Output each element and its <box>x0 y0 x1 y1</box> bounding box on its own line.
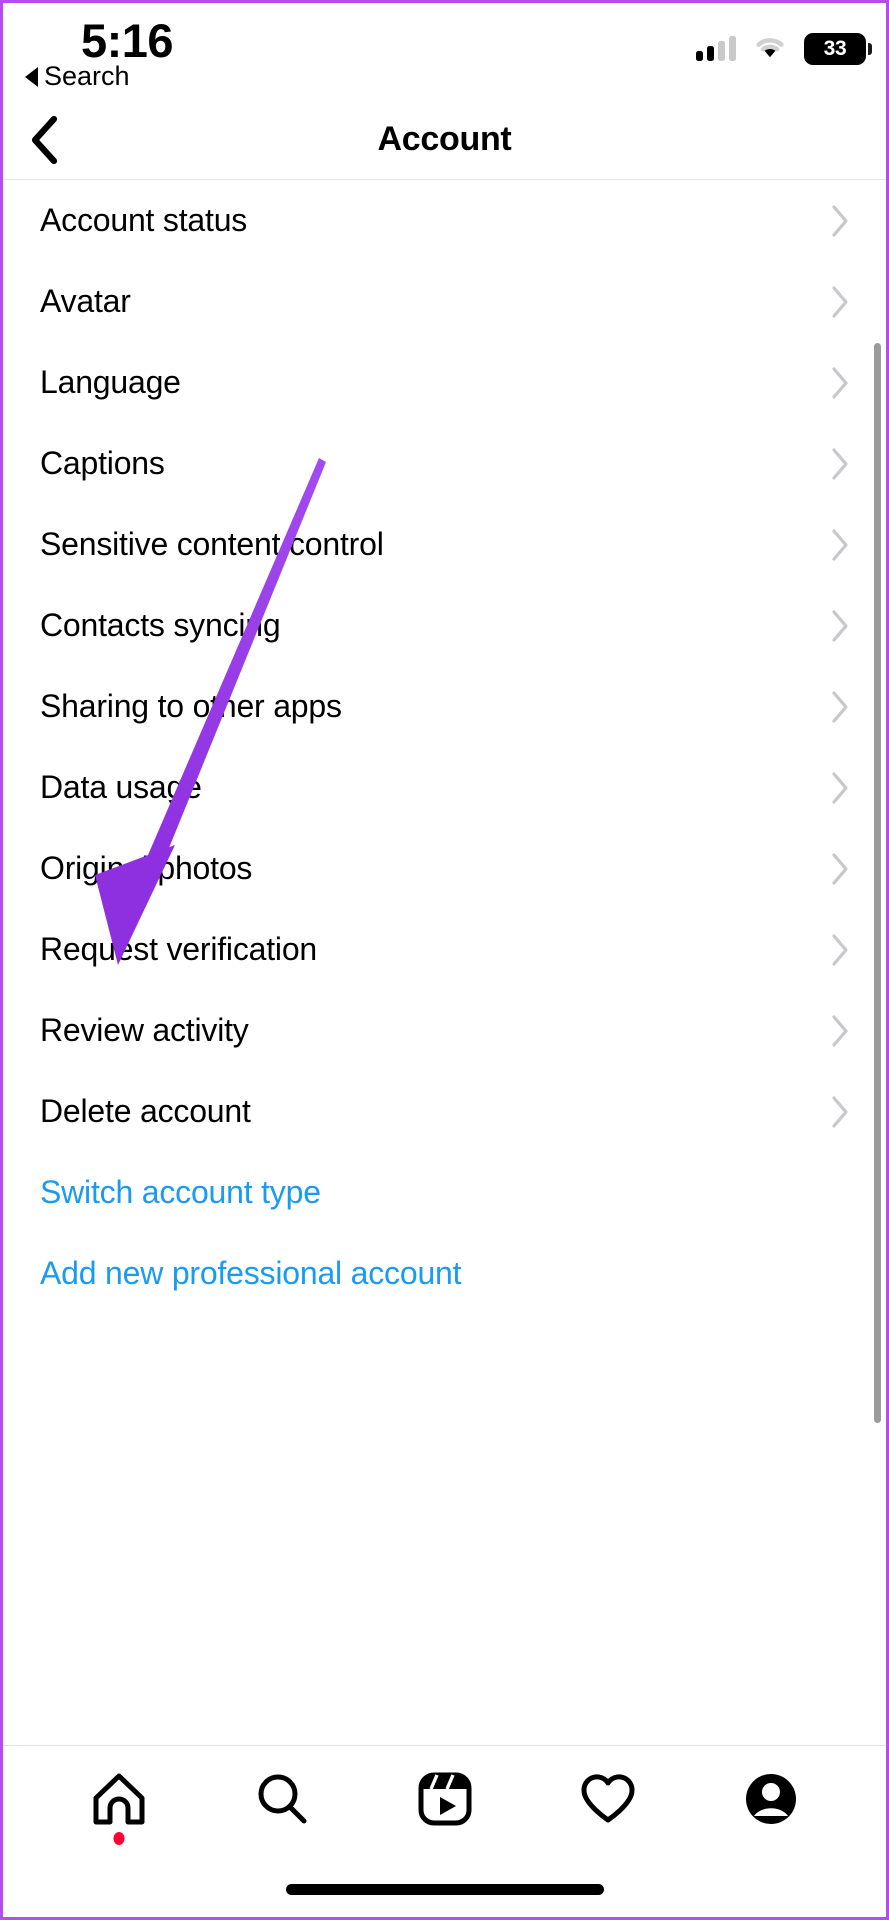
settings-row-label: Sharing to other apps <box>40 688 342 724</box>
chevron-right-icon <box>830 609 850 643</box>
settings-row-label: Captions <box>40 445 165 481</box>
tab-reels[interactable] <box>397 1753 493 1849</box>
chevron-right-icon <box>830 366 850 400</box>
settings-row-delete-account[interactable]: Delete account <box>3 1071 886 1152</box>
settings-row-original-photos[interactable]: Original photos <box>3 828 886 909</box>
settings-row-sharing-to-other-apps[interactable]: Sharing to other apps <box>3 666 886 747</box>
home-icon <box>88 1768 150 1835</box>
tab-search[interactable] <box>234 1753 330 1849</box>
switch-account-type-label: Switch account type <box>40 1174 321 1210</box>
add-new-professional-account-label: Add new professional account <box>40 1255 462 1291</box>
settings-row-label: Delete account <box>40 1093 251 1129</box>
search-icon <box>251 1768 313 1835</box>
status-bar: 5:16 Search 33 <box>3 3 886 100</box>
switch-account-type-button[interactable]: Switch account type <box>3 1152 886 1233</box>
chevron-right-icon <box>830 771 850 805</box>
battery-level-label: 33 <box>823 37 847 60</box>
bottom-tab-bar <box>3 1745 886 1917</box>
home-notification-dot <box>113 1832 124 1845</box>
status-bar-clock: 5:16 <box>81 14 174 67</box>
settings-row-label: Original photos <box>40 850 253 886</box>
navigation-bar: Account <box>3 100 886 180</box>
settings-row-label: Avatar <box>40 283 131 319</box>
tab-activity[interactable] <box>560 1753 656 1849</box>
chevron-right-icon <box>830 447 850 481</box>
chevron-left-icon <box>29 115 61 165</box>
back-button[interactable] <box>21 115 69 165</box>
chevron-right-icon <box>830 1014 850 1048</box>
add-new-professional-account-button[interactable]: Add new professional account <box>3 1233 886 1314</box>
home-indicator <box>285 1884 604 1895</box>
settings-row-request-verification[interactable]: Request verification <box>3 909 886 990</box>
settings-row-label: Language <box>40 364 181 400</box>
settings-row-label: Contacts syncing <box>40 607 281 643</box>
settings-row-review-activity[interactable]: Review activity <box>3 990 886 1071</box>
chevron-right-icon <box>830 1095 850 1129</box>
tab-home[interactable] <box>71 1753 167 1849</box>
settings-row-data-usage[interactable]: Data usage <box>3 747 886 828</box>
settings-row-label: Request verification <box>40 931 318 967</box>
battery-icon: 33 <box>804 33 872 65</box>
settings-row-label: Sensitive content control <box>40 526 384 562</box>
settings-row-contacts-syncing[interactable]: Contacts syncing <box>3 585 886 666</box>
settings-row-label: Account status <box>40 202 248 238</box>
cellular-signal-icon <box>696 36 736 61</box>
chevron-right-icon <box>830 852 850 886</box>
vertical-scrollbar[interactable] <box>874 343 881 1423</box>
back-to-app-button[interactable]: Search <box>25 61 130 92</box>
back-to-app-label: Search <box>44 61 130 91</box>
settings-row-avatar[interactable]: Avatar <box>3 261 886 342</box>
page-title: Account <box>377 120 512 158</box>
wifi-icon <box>753 34 787 65</box>
settings-row-label: Review activity <box>40 1012 249 1048</box>
heart-icon <box>577 1768 639 1835</box>
tab-profile[interactable] <box>723 1753 819 1849</box>
triangle-left-icon <box>25 66 38 87</box>
chevron-right-icon <box>830 933 850 967</box>
reels-icon <box>414 1768 476 1835</box>
settings-list: Account status Avatar Language Captions <box>3 180 886 1314</box>
settings-row-label: Data usage <box>40 769 202 805</box>
settings-row-account-status[interactable]: Account status <box>3 180 886 261</box>
settings-row-sensitive-content-control[interactable]: Sensitive content control <box>3 504 886 585</box>
chevron-right-icon <box>830 204 850 238</box>
settings-row-captions[interactable]: Captions <box>3 423 886 504</box>
chevron-right-icon <box>830 285 850 319</box>
profile-avatar-icon <box>740 1768 802 1835</box>
settings-row-language[interactable]: Language <box>3 342 886 423</box>
chevron-right-icon <box>830 528 850 562</box>
phone-screen: 5:16 Search 33 Account Account status Av… <box>0 0 889 1920</box>
status-bar-indicators: 33 <box>696 33 872 65</box>
chevron-right-icon <box>830 690 850 724</box>
